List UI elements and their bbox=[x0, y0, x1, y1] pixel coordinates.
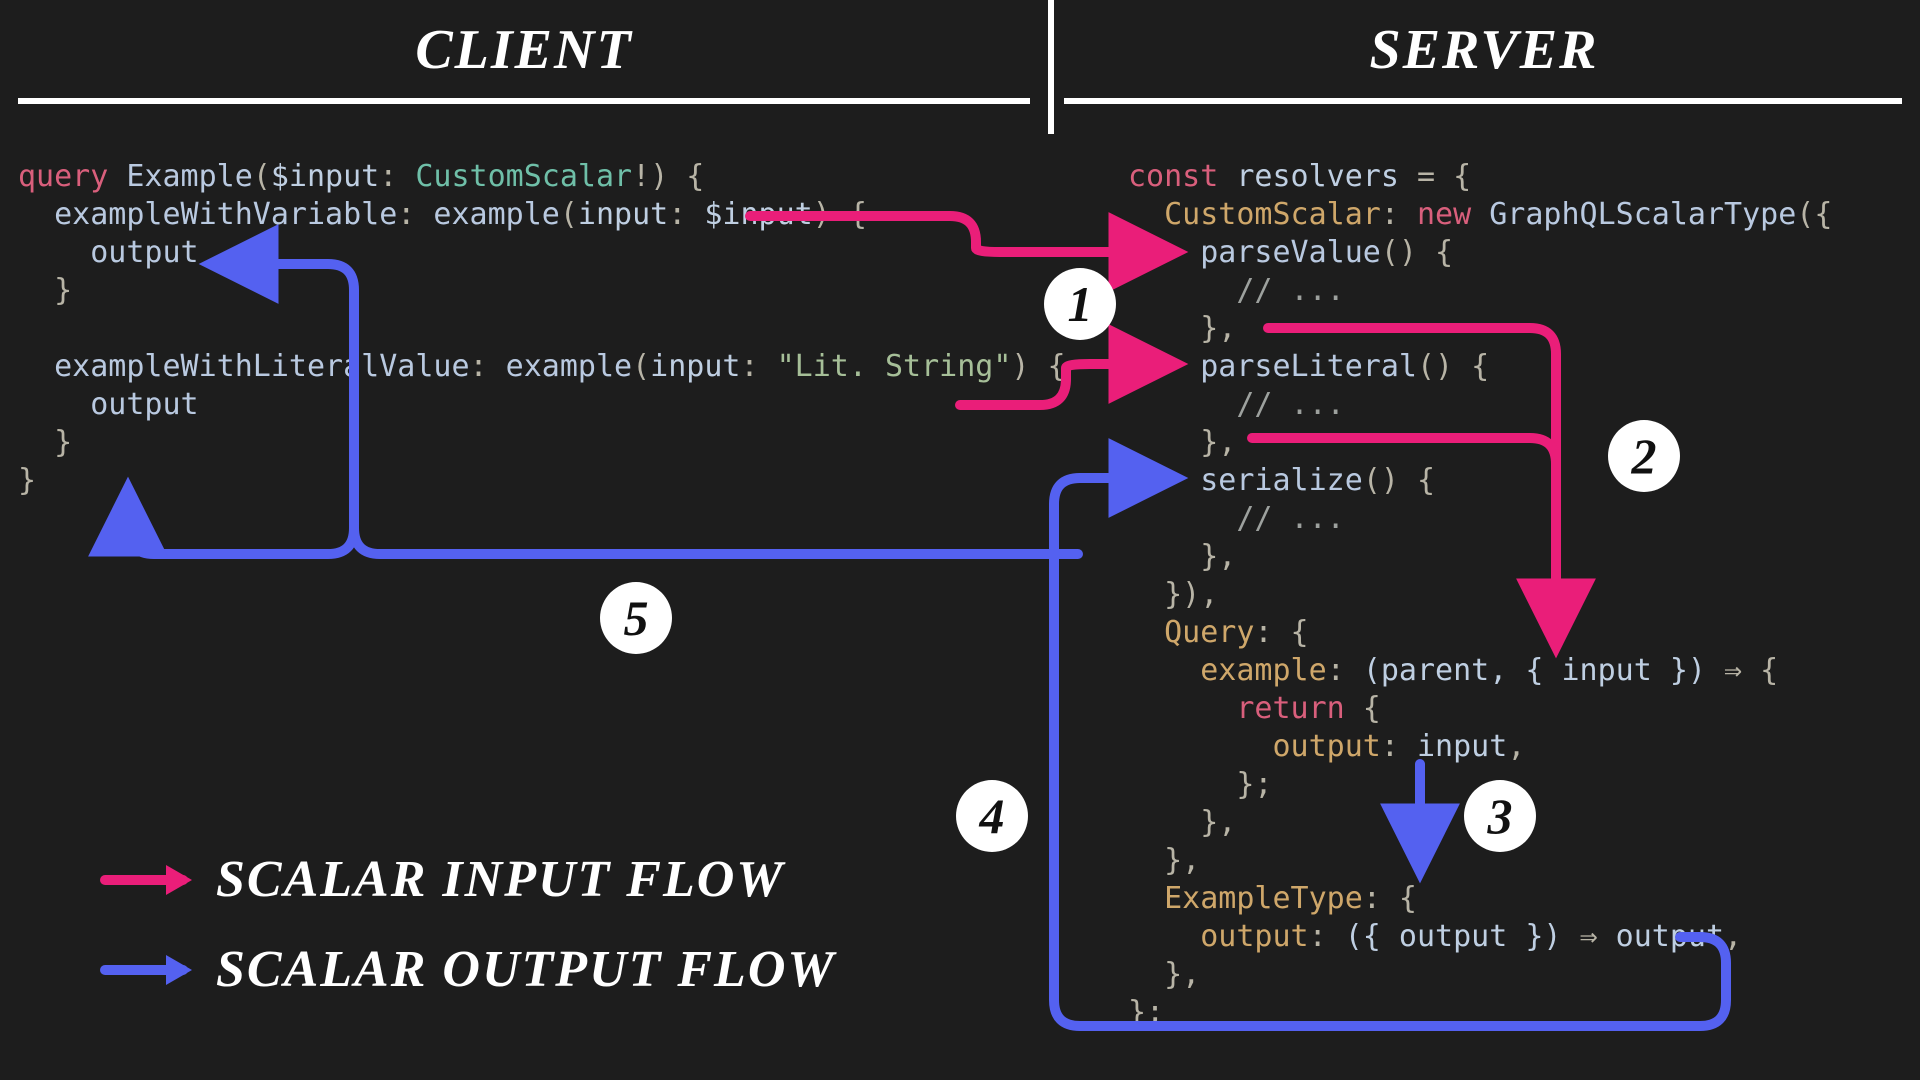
server-code: const resolvers = { CustomScalar: new Gr… bbox=[1128, 158, 1908, 1032]
badge-5: 5 bbox=[600, 582, 672, 654]
badge-3: 3 bbox=[1464, 780, 1536, 852]
divider-horizontal-left bbox=[18, 98, 1030, 104]
divider-vertical bbox=[1048, 0, 1054, 134]
header-server: SERVER bbox=[1048, 18, 1920, 82]
legend-arrow-icon bbox=[100, 965, 188, 975]
legend-output-label: SCALAR OUTPUT FLOW bbox=[216, 940, 836, 999]
badge-2: 2 bbox=[1608, 420, 1680, 492]
legend-output-flow: SCALAR OUTPUT FLOW bbox=[100, 940, 836, 999]
badge-4: 4 bbox=[956, 780, 1028, 852]
legend-input-label: SCALAR INPUT FLOW bbox=[216, 850, 785, 909]
header-client: CLIENT bbox=[0, 18, 1048, 82]
client-code: query Example($input: CustomScalar!) { e… bbox=[18, 158, 1018, 500]
legend-arrow-icon bbox=[100, 875, 188, 885]
divider-horizontal-right bbox=[1064, 98, 1902, 104]
badge-1: 1 bbox=[1044, 268, 1116, 340]
legend-input-flow: SCALAR INPUT FLOW bbox=[100, 850, 785, 909]
